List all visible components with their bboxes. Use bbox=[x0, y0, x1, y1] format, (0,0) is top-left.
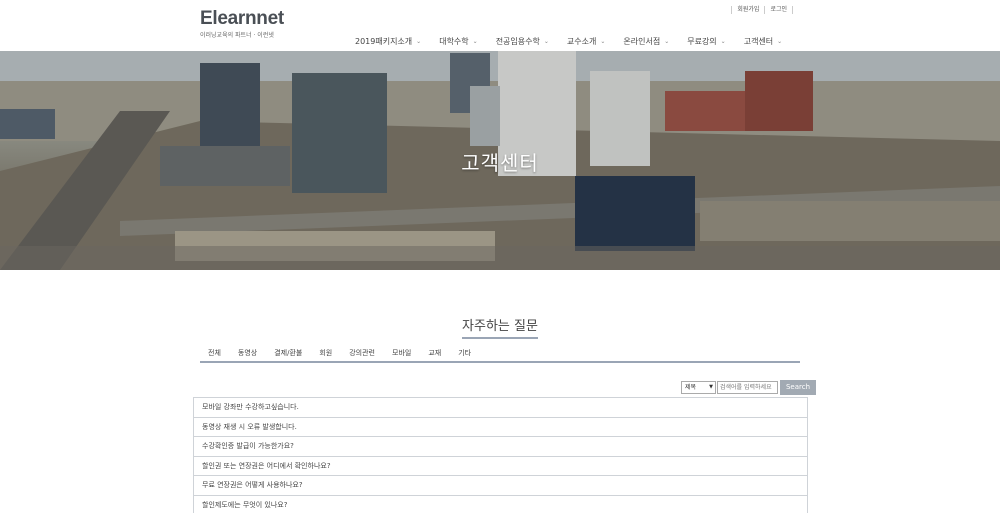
hero-title: 고객센터 bbox=[461, 151, 539, 175]
faq-title-text: 자주하는 질문 bbox=[462, 315, 538, 339]
logo[interactable]: Elearnnet 이러닝교육의 파트너 · 이런넷 bbox=[200, 8, 284, 40]
nav-label: 무료강의 bbox=[687, 37, 717, 46]
chevron-down-icon: ⌄ bbox=[543, 38, 549, 45]
search-input[interactable] bbox=[717, 381, 778, 394]
faq-category-tabs: 전체 동영상 결제/환불 회원 강의관련 모바일 교재 기타 bbox=[200, 346, 800, 363]
nav-item-support[interactable]: 고객센터 ⌄ bbox=[744, 36, 782, 47]
nav-item-bookstore[interactable]: 온라인서점 ⌄ bbox=[623, 36, 669, 47]
main-nav: 2019패키지소개 ⌄ 대학수학 ⌄ 전공임용수학 ⌄ 교수소개 ⌄ 온라인서점 ⌄ 무료… bbox=[355, 36, 782, 47]
site-header: Elearnnet 이러닝교육의 파트너 · 이런넷 회원가입 로그인 2019… bbox=[0, 0, 1000, 51]
dropdown-arrow-icon: ▼ bbox=[709, 384, 713, 390]
tab-video[interactable]: 동영상 bbox=[238, 346, 257, 361]
faq-item[interactable]: 무료 연장권은 어떻게 사용하나요? bbox=[193, 476, 808, 496]
nav-label: 교수소개 bbox=[566, 37, 597, 46]
nav-item-professors[interactable]: 교수소개 ⌄ bbox=[567, 36, 605, 47]
tab-etc[interactable]: 기타 bbox=[458, 346, 471, 361]
nav-label: 온라인서점 bbox=[623, 37, 661, 46]
chevron-down-icon: ⌄ bbox=[720, 38, 726, 45]
search-field-select[interactable]: 제목 ▼ bbox=[681, 381, 716, 394]
chevron-down-icon: ⌄ bbox=[416, 38, 422, 45]
chevron-down-icon: ⌄ bbox=[664, 38, 670, 45]
nav-item-package[interactable]: 2019패키지소개 ⌄ bbox=[355, 36, 421, 47]
faq-list: 모바일 강좌만 수강하고싶습니다. 동영상 재생 시 오류 발생합니다. 수강확… bbox=[193, 397, 808, 513]
tab-textbook[interactable]: 교재 bbox=[428, 346, 441, 361]
faq-item[interactable]: 수강확인증 발급이 가능한가요? bbox=[193, 437, 808, 457]
nav-item-university-math[interactable]: 대학수학 ⌄ bbox=[439, 36, 477, 47]
login-link[interactable]: 로그인 bbox=[764, 6, 793, 14]
tab-all[interactable]: 전체 bbox=[208, 346, 221, 361]
nav-label: 전공임용수학 bbox=[495, 37, 540, 46]
tab-lecture[interactable]: 강의관련 bbox=[349, 346, 375, 361]
faq-title: 자주하는 질문 bbox=[0, 315, 1000, 339]
select-value: 제목 bbox=[685, 384, 697, 391]
chevron-down-icon: ⌄ bbox=[472, 38, 478, 45]
top-utility-links: 회원가입 로그인 bbox=[731, 6, 793, 14]
faq-item[interactable]: 할인권 또는 연장권은 어디에서 확인하나요? bbox=[193, 456, 808, 476]
logo-subtitle: 이러닝교육의 파트너 · 이런넷 bbox=[200, 32, 274, 39]
tab-mobile[interactable]: 모바일 bbox=[392, 346, 411, 361]
faq-search-bar: 제목 ▼ Search bbox=[681, 380, 816, 395]
nav-item-major-math[interactable]: 전공임용수학 ⌄ bbox=[496, 36, 549, 47]
tab-payment-refund[interactable]: 결제/환불 bbox=[274, 346, 302, 361]
hero-banner: 고객센터 bbox=[0, 51, 1000, 270]
tab-member[interactable]: 회원 bbox=[319, 346, 332, 361]
chevron-down-icon: ⌄ bbox=[600, 38, 606, 45]
search-button[interactable]: Search bbox=[780, 380, 816, 395]
signup-link[interactable]: 회원가입 bbox=[731, 6, 764, 14]
nav-item-free-lectures[interactable]: 무료강의 ⌄ bbox=[687, 36, 725, 47]
nav-label: 대학수학 bbox=[439, 37, 469, 46]
logo-text: Elearnnet bbox=[200, 8, 284, 29]
nav-label: 고객센터 bbox=[743, 37, 774, 46]
chevron-down-icon: ⌄ bbox=[777, 38, 783, 45]
faq-item[interactable]: 모바일 강좌만 수강하고싶습니다. bbox=[193, 398, 808, 418]
faq-item[interactable]: 동영상 재생 시 오류 발생합니다. bbox=[193, 417, 808, 437]
faq-item[interactable]: 할인제도에는 무엇이 있나요? bbox=[193, 495, 808, 513]
nav-label: 2019패키지소개 bbox=[355, 37, 413, 46]
